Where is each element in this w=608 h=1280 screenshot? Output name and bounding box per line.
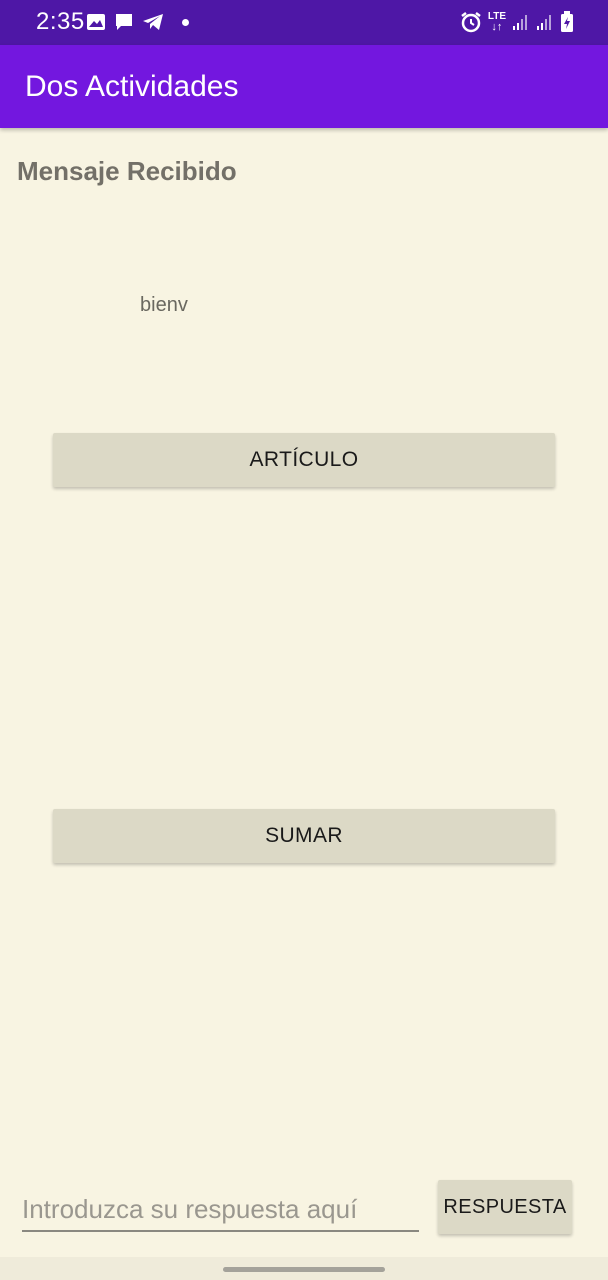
received-message-text: bienv <box>140 294 188 316</box>
telegram-icon <box>143 14 163 30</box>
articulo-button[interactable]: ARTÍCULO <box>53 433 555 487</box>
signal-icon <box>513 15 527 30</box>
status-left-icons <box>86 12 189 32</box>
lte-icon: LTE ↓↑ <box>487 11 506 33</box>
status-right-icons: LTE ↓↑ <box>460 11 574 33</box>
app-bar: Dos Actividades <box>0 45 608 128</box>
sumar-button[interactable]: SUMAR <box>53 809 555 863</box>
received-message-label: Mensaje Recibido <box>17 156 237 186</box>
image-icon <box>87 14 105 30</box>
battery-charging-icon <box>561 11 573 32</box>
signal-icon <box>537 15 551 30</box>
status-time: 2:35 <box>36 8 85 35</box>
navigation-bar <box>0 1257 608 1280</box>
respuesta-button[interactable]: RESPUESTA <box>438 1180 572 1234</box>
notification-dot-icon <box>182 18 189 26</box>
status-bar: 2:35 LTE ↓↑ <box>0 0 608 45</box>
home-indicator[interactable] <box>223 1267 385 1272</box>
message-icon <box>116 14 132 30</box>
alarm-icon <box>461 12 481 33</box>
app-title: Dos Actividades <box>25 70 239 103</box>
reply-input[interactable] <box>22 1188 419 1232</box>
